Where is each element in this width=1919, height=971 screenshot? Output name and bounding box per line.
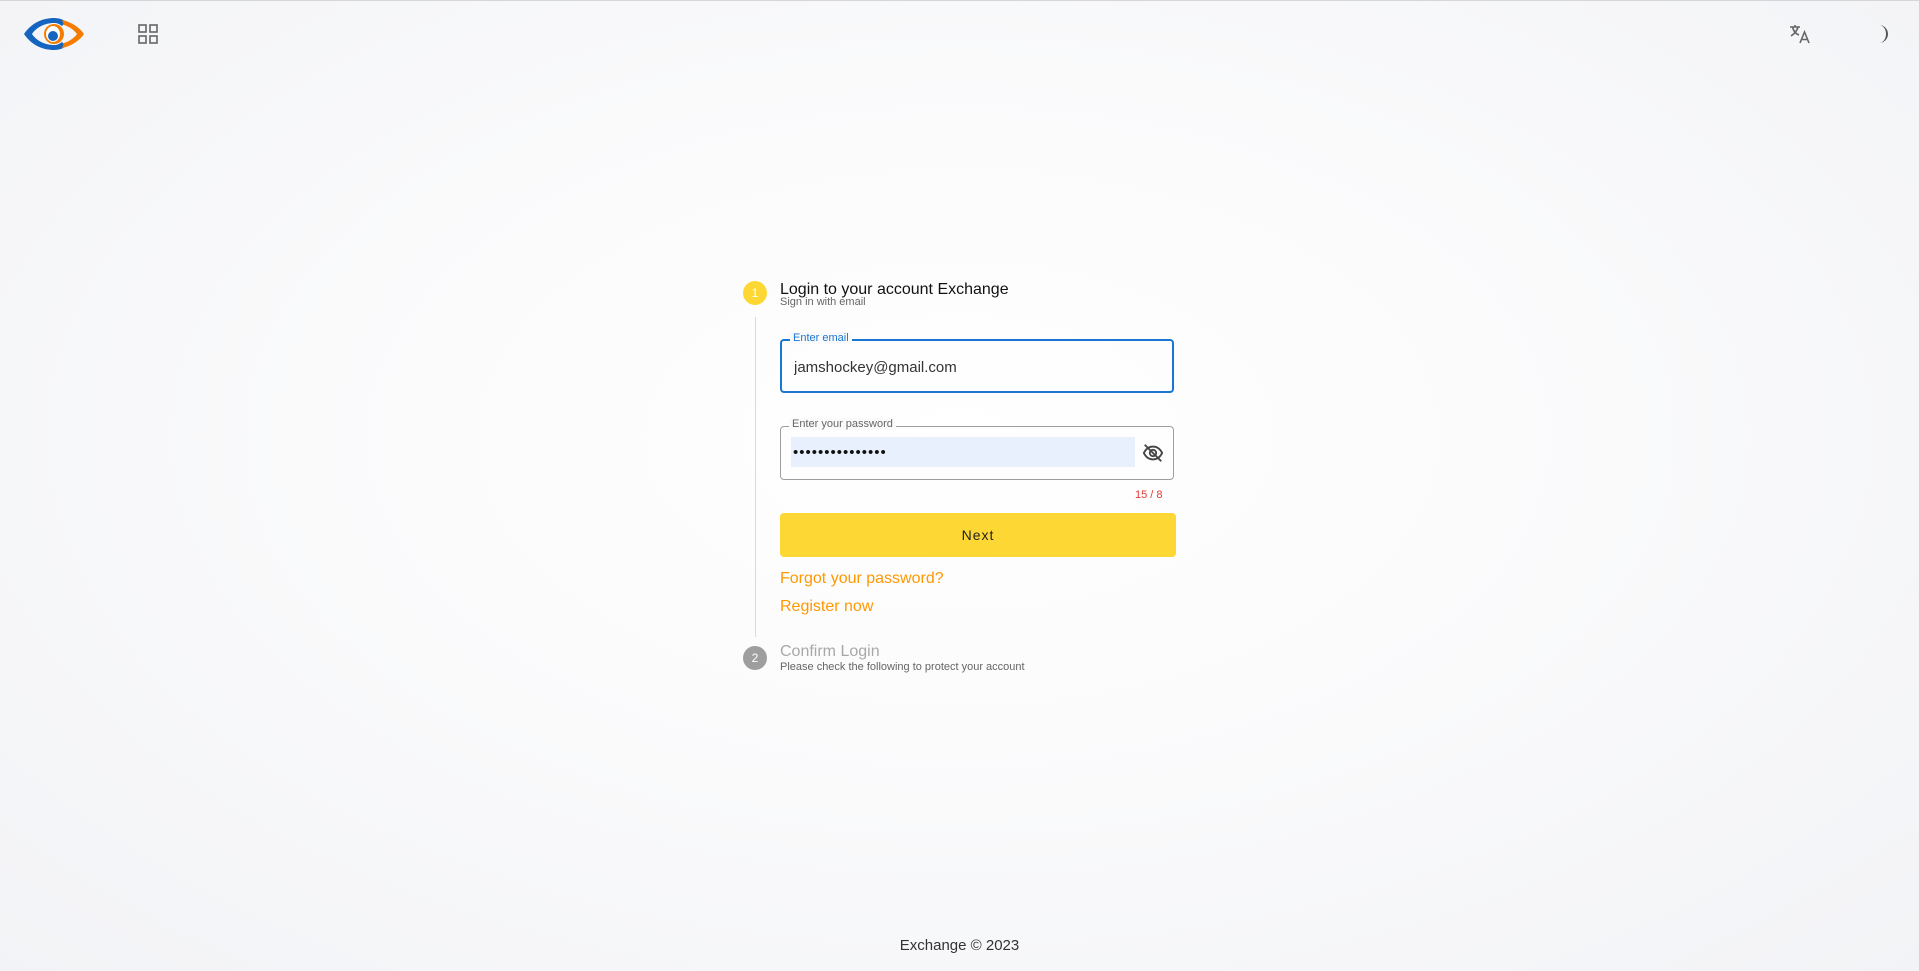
toggle-password-visibility-button[interactable] [1141, 441, 1165, 465]
dark-mode-toggle[interactable] [1867, 20, 1895, 48]
forgot-password-link[interactable]: Forgot your password? [780, 570, 944, 588]
email-field[interactable]: Enter email [780, 332, 1174, 393]
eye-off-icon [1142, 444, 1164, 462]
password-input[interactable] [791, 437, 1135, 467]
step-2-indicator: 2 [743, 646, 767, 670]
translate-icon [1790, 25, 1810, 44]
step-1-indicator: 1 [743, 281, 767, 305]
top-border [0, 0, 1919, 1]
footer-copyright: Exchange © 2023 [899, 937, 1020, 954]
step-1-subtitle: Sign in with email [780, 296, 866, 308]
step-connector [755, 317, 756, 637]
step-2-title: Confirm Login [780, 643, 880, 660]
moon-icon [1879, 25, 1888, 43]
password-label: Enter your password [789, 418, 896, 430]
email-input[interactable] [792, 351, 1156, 383]
step-2-subtitle: Please check the following to protect yo… [780, 661, 1025, 673]
next-button[interactable]: Next [780, 513, 1176, 557]
language-button[interactable] [1786, 20, 1814, 48]
apps-grid-button[interactable] [136, 22, 160, 46]
grid-icon [138, 24, 158, 44]
password-field[interactable]: Enter your password [780, 418, 1174, 480]
email-label: Enter email [790, 332, 852, 344]
password-char-counter: 15 / 8 [1135, 489, 1163, 501]
eye-logo-icon[interactable] [22, 16, 86, 52]
register-link[interactable]: Register now [780, 598, 873, 616]
